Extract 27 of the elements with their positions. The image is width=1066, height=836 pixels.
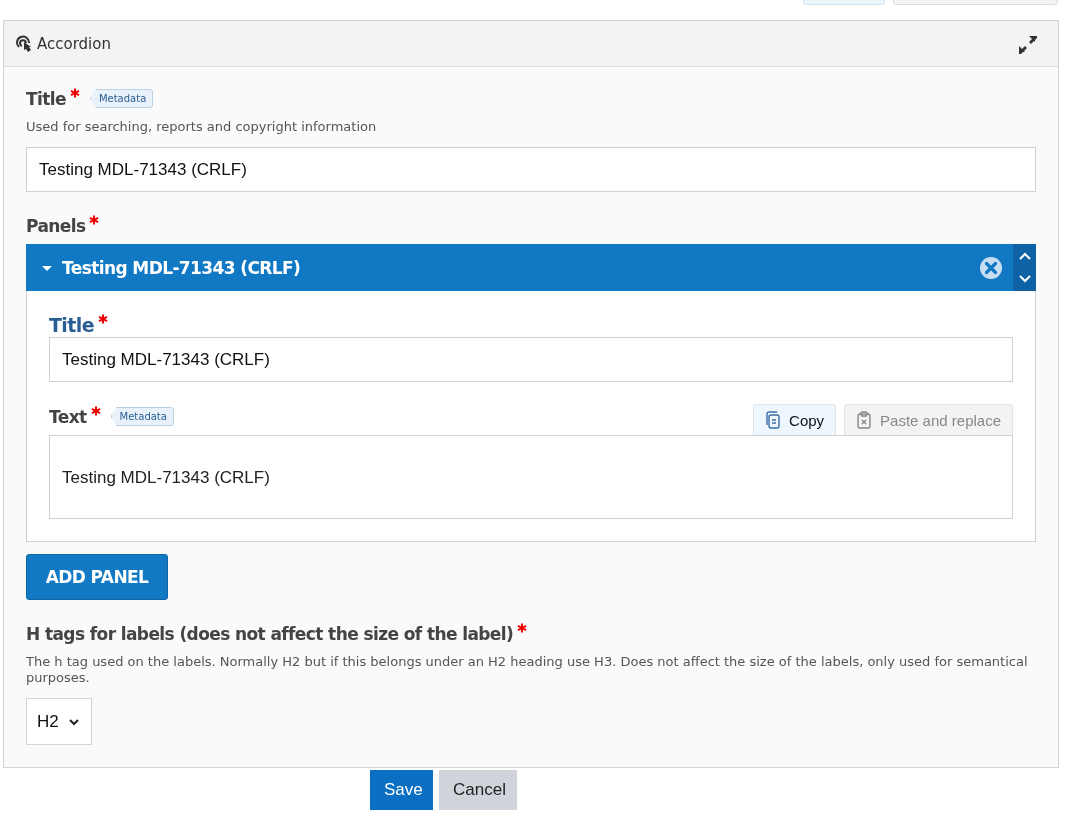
copy-button[interactable]: Copy (753, 404, 837, 435)
help-text: The h tag used on the labels. Normally H2 but if this belongs under an H2 heading use H3. Does not affect the size of the labels, only used for semantical purposes. (26, 654, 1029, 686)
field-label: Title (26, 88, 66, 111)
cancel-button[interactable]: Cancel (439, 770, 517, 810)
metadata-tag: Metadata (89, 89, 154, 108)
save-button[interactable]: Save (370, 770, 433, 810)
help-text: Used for searching, reports and copyright information (26, 119, 378, 135)
field-label: H tags for labels (does not affect the size of the label) (26, 623, 514, 646)
field-label: Text (49, 406, 87, 429)
text-area[interactable]: Testing MDL-71343 (CRLF) (49, 435, 1013, 519)
widget-title: Accordion (37, 34, 111, 53)
remove-icon (979, 255, 1003, 280)
chevron-down-icon (68, 717, 79, 726)
h-tag-select[interactable]: H2 (26, 698, 92, 745)
metadata-tag: Metadata (110, 407, 174, 426)
chevron-up-icon (1018, 251, 1031, 260)
panel-title: Testing MDL-71343 (CRLF) (62, 257, 301, 278)
chevron-down-icon (1018, 275, 1031, 284)
panel-header[interactable]: Testing MDL-71343 (CRLF) (26, 244, 1036, 291)
field-label: Title (49, 313, 94, 337)
text-field[interactable]: Testing MDL-71343 (CRLF) (26, 147, 1036, 192)
field-label: Panels (26, 215, 86, 238)
copy-icon (765, 411, 782, 429)
clipboard-icon (856, 411, 873, 429)
text-field[interactable]: Testing MDL-71343 (CRLF) (49, 337, 1013, 382)
touch-icon (15, 34, 33, 53)
add-panel-button[interactable]: ADD PANEL (26, 554, 168, 600)
